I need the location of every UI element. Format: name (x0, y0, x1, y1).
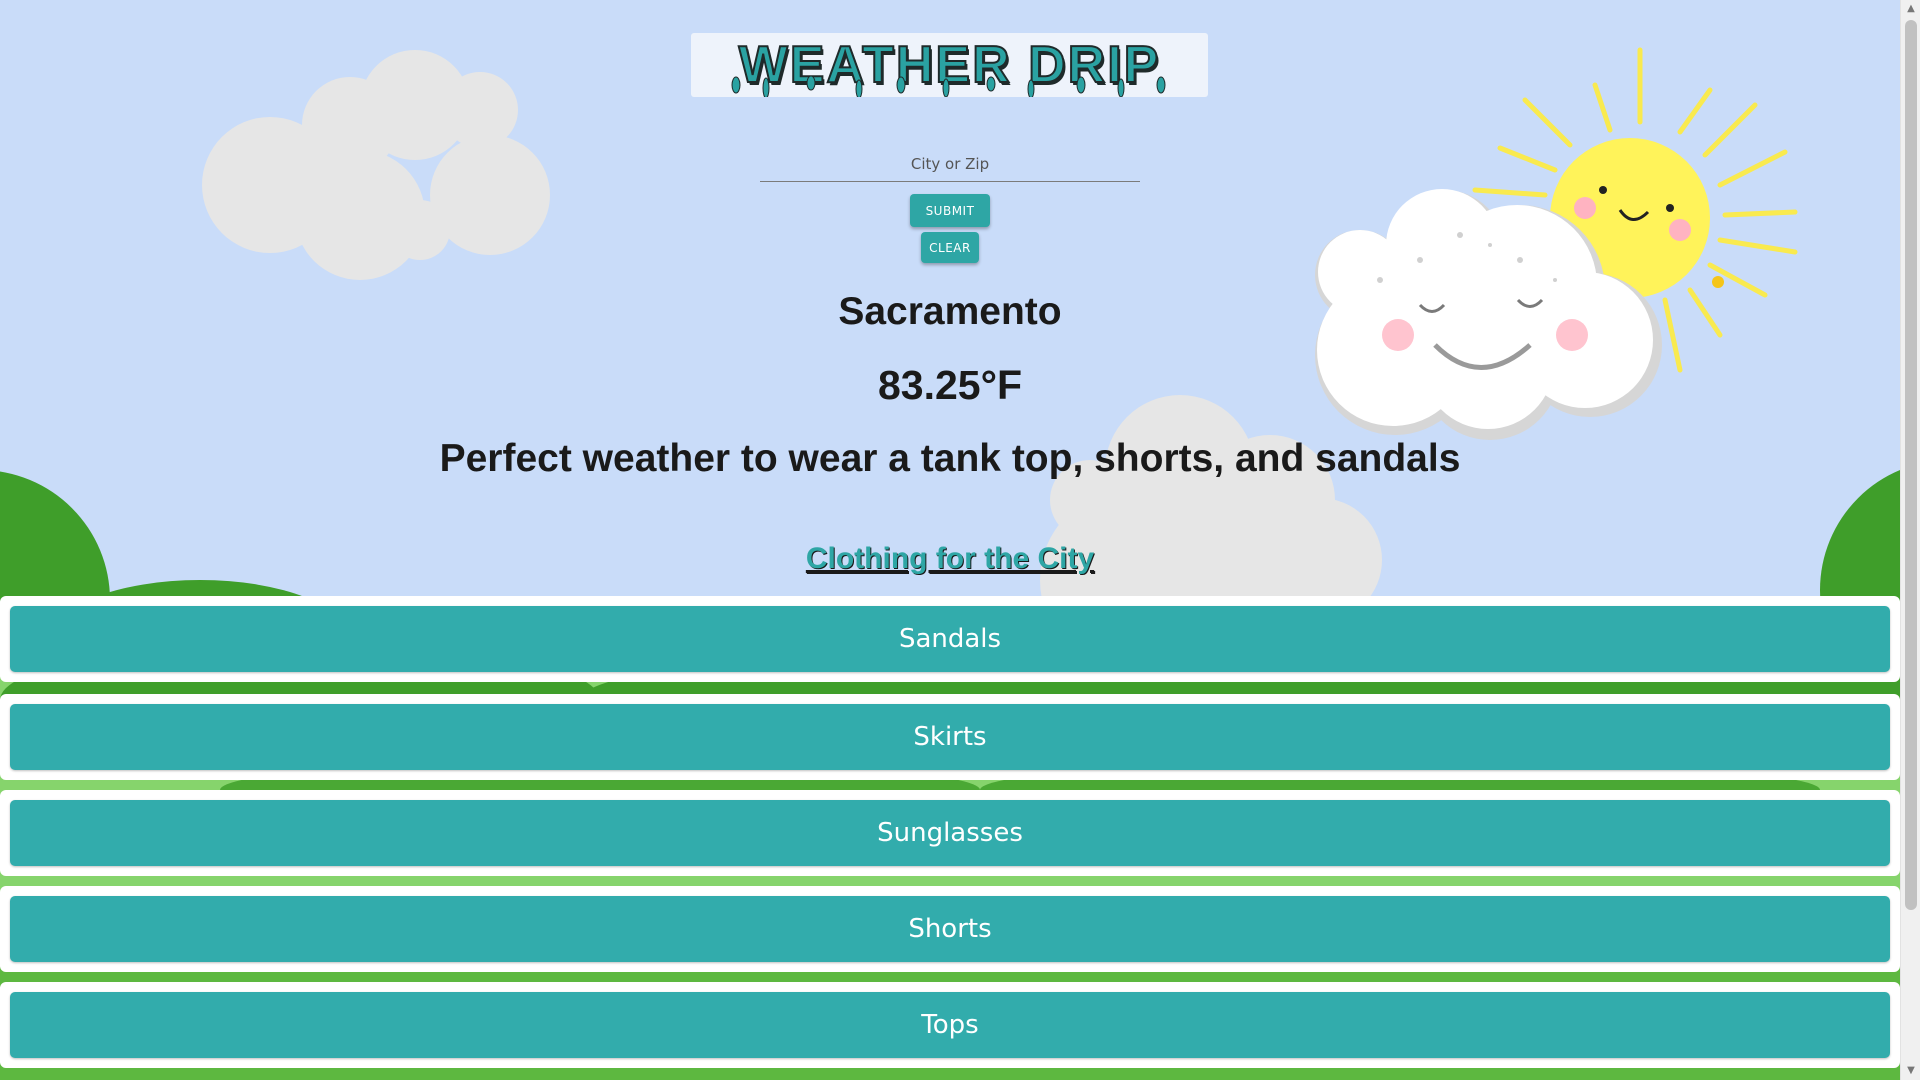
city-zip-input[interactable] (760, 146, 1140, 182)
clothing-item-sunglasses[interactable]: Sunglasses (10, 800, 1890, 866)
scroll-up-icon[interactable]: ▲ (1901, 0, 1920, 18)
temperature-readout: 83.25°F (877, 362, 1023, 408)
submit-button[interactable]: SUBMIT (910, 194, 990, 227)
clothing-for-city-link[interactable]: Clothing for the City (0, 542, 1900, 576)
clothing-advice: Perfect weather to wear a tank top, shor… (439, 437, 1461, 480)
clothing-card: Sandals (0, 596, 1900, 682)
clothing-card: Sunglasses (0, 790, 1900, 876)
clear-button[interactable]: CLEAR (921, 232, 979, 263)
drip-decoration-icon (731, 75, 1166, 97)
clothing-card: Tops (0, 982, 1900, 1068)
clothing-item-sandals[interactable]: Sandals (10, 606, 1890, 672)
cloud-left (202, 50, 550, 280)
clothing-item-shorts[interactable]: Shorts (10, 896, 1890, 962)
clothing-item-tops[interactable]: Tops (10, 992, 1890, 1058)
clothing-item-skirts[interactable]: Skirts (10, 704, 1890, 770)
clothing-card: Shorts (0, 886, 1900, 972)
city-name: Sacramento (838, 290, 1062, 333)
weather-drip-logo: WEATHER DRIP (691, 33, 1208, 97)
vertical-scrollbar[interactable]: ▲ ▼ (1900, 0, 1920, 1080)
clothing-card: Skirts (0, 694, 1900, 780)
scroll-thumb[interactable] (1905, 20, 1917, 910)
scroll-down-icon[interactable]: ▼ (1901, 1062, 1920, 1080)
